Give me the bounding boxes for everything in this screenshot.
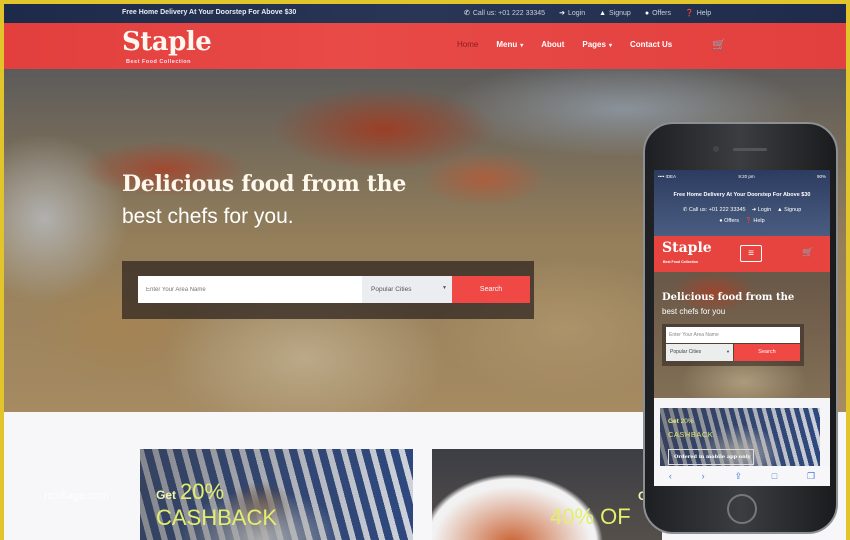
nav-contact-us[interactable]: Contact Us (630, 40, 672, 49)
forward-icon[interactable]: › (702, 471, 705, 481)
chevron-down-icon: ▾ (608, 43, 612, 49)
offer-label: CASHBACK (156, 505, 278, 530)
mobile-city-select[interactable]: Popular Cities ▼ (666, 344, 733, 361)
nav-home[interactable]: Home (457, 40, 478, 49)
signup-icon: ▲ (599, 9, 607, 17)
chevron-down-icon: ▼ (442, 285, 447, 291)
hamburger-menu-icon[interactable]: ≡ (740, 245, 762, 262)
nav-pages[interactable]: Pages ▾ (582, 40, 612, 49)
mobile-signup[interactable]: ▲ Signup (777, 207, 801, 213)
chevron-down-icon: ▼ (726, 349, 730, 354)
mobile-call-us[interactable]: ✆ Call us: +01 222 33345 (683, 207, 746, 213)
mobile-cart-icon[interactable]: 🛒 (802, 247, 813, 258)
cart-icon[interactable]: 🛒 (712, 38, 726, 51)
chevron-down-icon: ▾ (520, 43, 524, 49)
mobile-logo-tagline: Best Food Collection (663, 260, 698, 264)
mobile-area-input[interactable]: Enter Your Area Name (666, 327, 800, 343)
login-link[interactable]: ➔ Login (559, 9, 585, 18)
logo-tagline: Best Food Collection (126, 59, 191, 65)
mobile-hero: Delicious food from the best chefs for y… (654, 272, 830, 398)
mobile-offer-label: CASHBACK (668, 430, 714, 439)
back-icon[interactable]: ‹ (669, 471, 672, 481)
mobile-help[interactable]: ❓ Help (745, 218, 765, 224)
offer-prefix: Get (156, 488, 177, 502)
mobile-navbar: Staple Best Food Collection ≡ 🛒 (654, 236, 830, 272)
call-us-link[interactable]: ✆ Call us: +01 222 33345 (464, 9, 545, 18)
mobile-offer-prefix: Get 20% (668, 418, 694, 425)
logo[interactable]: Staple (122, 27, 212, 57)
offers-link[interactable]: ● Offers (645, 9, 671, 17)
mobile-status-bar: •••• IDEA 9:20 pm 90% (658, 174, 826, 179)
phone-speaker (733, 148, 767, 151)
offer-amount: 40% OF (550, 504, 631, 529)
battery: 90% (816, 174, 826, 179)
mobile-links-row2: ● Offers ❓ Help (654, 218, 830, 224)
share-icon[interactable]: ⇪ (734, 471, 742, 482)
mobile-logo[interactable]: Staple (662, 240, 712, 256)
home-button[interactable] (727, 494, 757, 524)
watermark: ncollage.com (44, 490, 109, 502)
help-icon: ❓ (685, 10, 694, 17)
phone-mockup: •••• IDEA 9:20 pm 90% Free Home Delivery… (643, 122, 838, 534)
nav-menu[interactable]: Menu ▾ (496, 40, 523, 49)
nav-about[interactable]: About (541, 40, 564, 49)
clock: 9:20 pm (738, 174, 755, 179)
offers-icon: ● (644, 9, 650, 17)
area-search-input[interactable] (138, 276, 362, 303)
main-nav: Home Menu ▾ About Pages ▾ Contact Us (457, 40, 672, 49)
help-link[interactable]: ❓ Help (685, 9, 711, 18)
mobile-hero-headline: Delicious food from the (662, 292, 795, 303)
hero-headline: Delicious food from the (122, 171, 407, 197)
offer-card-discount[interactable]: G 40% OF (432, 449, 662, 540)
mobile-links-row1: ✆ Call us: +01 222 33345 ➜ Login ▲ Signu… (654, 207, 830, 213)
phone-screen: •••• IDEA 9:20 pm 90% Free Home Delivery… (654, 170, 830, 486)
offer-card-cashback[interactable]: Get 20% CASHBACK (140, 449, 413, 540)
city-select[interactable]: Popular Cities ▼ (362, 276, 452, 303)
main-navbar: Staple Best Food Collection Home Menu ▾ A… (4, 23, 846, 69)
mobile-hero-subheadline: best chefs for you (662, 307, 726, 316)
tabs-icon[interactable]: ❐ (807, 471, 815, 482)
hero-subheadline: best chefs for you. (122, 205, 294, 228)
mobile-search-form: Enter Your Area Name Popular Cities ▼ Se… (662, 324, 804, 366)
bookmarks-icon[interactable]: □ (772, 471, 777, 481)
phone-camera (713, 146, 719, 152)
top-links: ✆ Call us: +01 222 33345 ➔ Login ▲ Signup ●… (464, 9, 711, 18)
mobile-offer-card[interactable]: Get 20% CASHBACK Ordered in mobile app o… (660, 408, 820, 466)
top-info-bar: Free Home Delivery At Your Doorstep For … (4, 4, 846, 23)
signup-link[interactable]: ▲ Signup (599, 9, 631, 17)
login-icon: ➔ (559, 10, 565, 17)
mobile-offers[interactable]: ● Offers (719, 218, 739, 224)
mobile-offer-note: Ordered in mobile app only (668, 449, 754, 465)
browser-toolbar: ‹ › ⇪ □ ❐ (654, 466, 830, 486)
carrier: •••• IDEA (658, 174, 677, 179)
offer-amount: 20% (180, 479, 225, 504)
mobile-promo: Free Home Delivery At Your Doorstep For … (673, 192, 811, 198)
mobile-login[interactable]: ➜ Login (752, 207, 772, 213)
search-button[interactable]: Search (452, 276, 530, 303)
delivery-promo: Free Home Delivery At Your Doorstep For … (122, 9, 297, 16)
phone-icon: ✆ (464, 10, 470, 17)
area-search-form: Popular Cities ▼ Search (122, 261, 534, 319)
mobile-search-button[interactable]: Search (734, 344, 800, 361)
mobile-top-bar: •••• IDEA 9:20 pm 90% Free Home Delivery… (654, 170, 830, 236)
